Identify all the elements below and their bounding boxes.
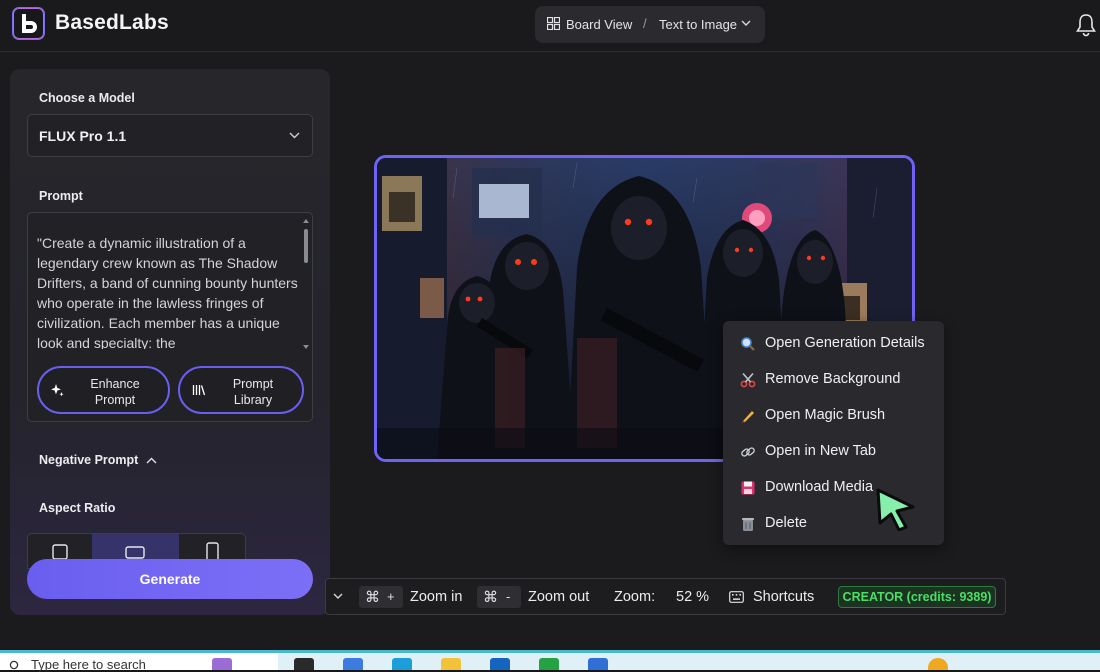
pencil-icon — [742, 411, 754, 423]
menu-label: Download Media — [765, 479, 874, 495]
board-view-icon — [547, 17, 560, 30]
link-icon — [741, 447, 755, 457]
keyboard-icon — [729, 591, 744, 603]
app-logo-icon[interactable] — [12, 7, 45, 40]
notification-bell-icon[interactable] — [1075, 13, 1097, 37]
scroll-down-arrow[interactable] — [303, 345, 309, 349]
enhance-label-2: Prompt — [94, 393, 136, 407]
minus-key: - — [506, 589, 511, 604]
edge-browser-icon[interactable] — [392, 658, 412, 670]
scroll-up-arrow[interactable] — [303, 219, 309, 223]
zoom-value[interactable]: 52 % — [676, 589, 709, 605]
task-view-icon[interactable] — [294, 658, 314, 670]
prompt-label: Prompt — [39, 189, 83, 203]
square-ratio-icon — [52, 544, 68, 560]
prompt-scrollbar[interactable] — [304, 229, 308, 263]
generation-sidebar: Choose a Model FLUX Pro 1.1 Prompt "Crea… — [10, 69, 330, 615]
creator-credits-badge[interactable]: CREATOR (credits: 9389) — [838, 586, 996, 608]
zoom-in-button[interactable]: Zoom in — [410, 589, 462, 605]
menu-label: Open in New Tab — [765, 443, 876, 459]
top-header: BasedLabs Board View / Text to Image — [0, 0, 1100, 52]
menu-label: Remove Background — [765, 371, 901, 387]
store-icon[interactable] — [588, 658, 608, 670]
app-name[interactable]: BasedLabs — [55, 11, 169, 35]
negative-prompt-label: Negative Prompt — [39, 453, 139, 467]
mouse-cursor-icon — [876, 488, 915, 531]
search-icon — [741, 337, 755, 351]
zoom-label: Zoom: — [614, 589, 656, 605]
search-icon — [9, 660, 19, 670]
menu-label: Open Generation Details — [765, 335, 925, 351]
menu-label: Delete — [765, 515, 807, 531]
canvas-toolbar: ⌘ + Zoom in ⌘ - Zoom out Zoom: 52 % Shor… — [325, 578, 1006, 615]
scissors-icon — [740, 372, 756, 388]
library-icon — [192, 385, 206, 396]
outlook-icon[interactable] — [490, 658, 510, 670]
model-label: Choose a Model — [39, 91, 135, 105]
chevron-down-icon — [289, 132, 300, 139]
generate-button[interactable]: Generate — [27, 559, 313, 599]
plus-key: + — [387, 589, 395, 604]
breadcrumb-board-view[interactable]: Board View — [566, 17, 632, 32]
prompt-text[interactable]: "Create a dynamic illustration of a lege… — [37, 233, 299, 349]
shortcuts-button[interactable]: Shortcuts — [753, 589, 814, 605]
file-explorer-icon[interactable] — [441, 658, 461, 670]
sparkle-icon — [51, 384, 64, 397]
library-label-1: Prompt — [232, 377, 274, 391]
menu-item-open-in-new-tab[interactable]: Open in New Tab — [723, 433, 944, 469]
app-window: BasedLabs Board View / Text to Image Cho… — [0, 0, 1100, 650]
breadcrumb-mode[interactable]: Text to Image — [659, 17, 737, 32]
library-label-2: Library — [233, 393, 273, 407]
zoom-in-shortcut: ⌘ + — [359, 586, 403, 608]
view-breadcrumb[interactable]: Board View / Text to Image — [535, 6, 765, 43]
menu-item-remove-background[interactable]: Remove Background — [723, 361, 944, 397]
trash-icon — [742, 518, 754, 531]
zoom-out-shortcut: ⌘ - — [477, 586, 521, 608]
landscape-ratio-icon — [125, 546, 145, 559]
command-key-icon: ⌘ — [483, 589, 498, 606]
prompt-textarea[interactable]: "Create a dynamic illustration of a lege… — [27, 212, 313, 422]
menu-item-open-generation-details[interactable]: Open Generation Details — [723, 325, 944, 361]
menu-item-open-magic-brush[interactable]: Open Magic Brush — [723, 397, 944, 433]
copilot-icon[interactable] — [212, 658, 232, 670]
model-select[interactable]: FLUX Pro 1.1 — [27, 114, 313, 157]
chevron-down-icon[interactable] — [333, 593, 343, 600]
widgets-icon[interactable] — [343, 658, 363, 670]
chevron-down-icon — [741, 20, 751, 26]
chevron-up-icon — [146, 457, 157, 464]
negative-prompt-toggle[interactable]: Negative Prompt — [39, 453, 157, 467]
aspect-ratio-label: Aspect Ratio — [39, 501, 116, 515]
model-value: FLUX Pro 1.1 — [39, 128, 127, 144]
prompt-library-button[interactable]: Prompt Library — [178, 366, 304, 414]
floppy-icon — [741, 481, 755, 495]
zoom-out-button[interactable]: Zoom out — [528, 589, 589, 605]
enhance-prompt-button[interactable]: Enhance Prompt — [37, 366, 170, 414]
enhance-label-1: Enhance — [90, 377, 140, 391]
whatsapp-icon[interactable] — [539, 658, 559, 670]
breadcrumb-separator: / — [643, 16, 647, 31]
menu-label: Open Magic Brush — [765, 407, 886, 423]
command-key-icon: ⌘ — [365, 589, 380, 606]
